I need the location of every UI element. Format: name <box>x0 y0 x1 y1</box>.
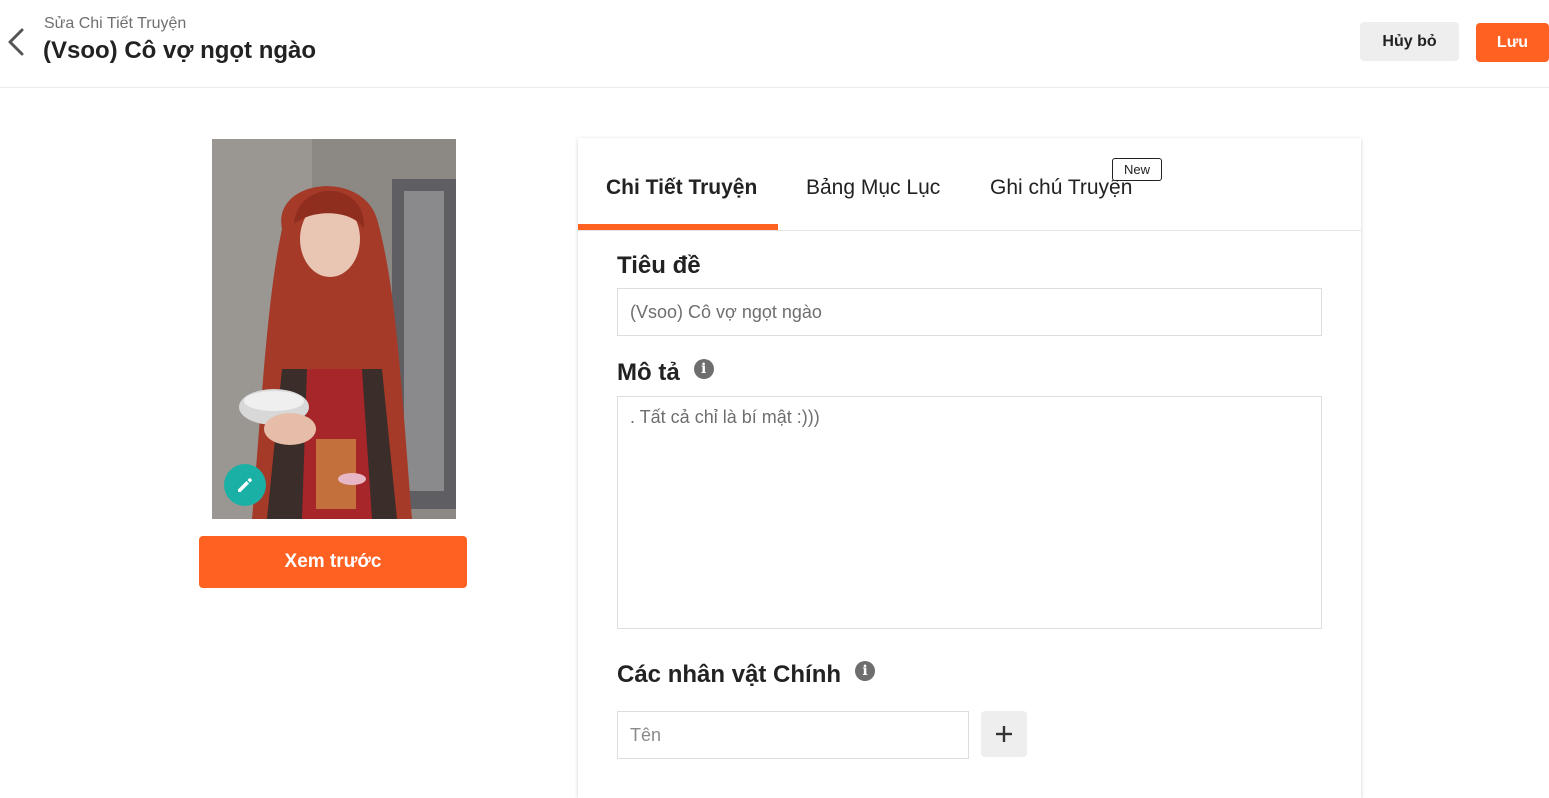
save-button[interactable]: Lưu <box>1476 23 1549 62</box>
title-label-text: Tiêu đề <box>617 252 701 279</box>
story-details-card: Chi Tiết Truyện Bảng Mục Lục Ghi chú Tru… <box>578 138 1361 798</box>
character-name-input[interactable] <box>617 711 969 759</box>
pencil-icon <box>238 478 252 492</box>
cancel-button[interactable]: Hủy bỏ <box>1360 22 1459 61</box>
main-characters-label: Các nhân vật Chính i <box>617 661 876 689</box>
back-button[interactable] <box>2 24 30 60</box>
plus-icon <box>996 726 1012 742</box>
edit-cover-button[interactable] <box>224 464 266 506</box>
info-icon[interactable]: i <box>693 359 714 379</box>
main-characters-label-text: Các nhân vật Chính <box>617 661 842 688</box>
info-icon[interactable]: i <box>855 661 876 681</box>
top-bar: Sửa Chi Tiết Truyện (Vsoo) Cô vợ ngọt ng… <box>0 0 1549 88</box>
title-label: Tiêu đề <box>617 252 701 280</box>
story-cover-image <box>212 139 456 519</box>
description-label: Mô tả i <box>617 359 714 387</box>
active-tab-indicator <box>578 224 778 230</box>
chevron-left-icon <box>8 28 24 56</box>
page-title: (Vsoo) Cô vợ ngọt ngào <box>43 37 317 64</box>
tab-bar: Chi Tiết Truyện Bảng Mục Lục Ghi chú Tru… <box>578 138 1361 231</box>
tab-story-notes[interactable]: Ghi chú Truyện <box>990 176 1132 200</box>
tab-story-details[interactable]: Chi Tiết Truyện <box>606 176 757 200</box>
description-label-text: Mô tả <box>617 359 680 386</box>
title-input[interactable] <box>617 288 1322 336</box>
add-character-button[interactable] <box>981 711 1027 757</box>
breadcrumb: Sửa Chi Tiết Truyện <box>44 15 187 32</box>
new-badge: New <box>1112 158 1162 181</box>
tab-table-of-contents[interactable]: Bảng Mục Lục <box>806 176 940 200</box>
description-textarea[interactable]: . Tất cả chỉ là bí mật :))) <box>617 396 1322 629</box>
preview-button[interactable]: Xem trước <box>199 536 467 588</box>
